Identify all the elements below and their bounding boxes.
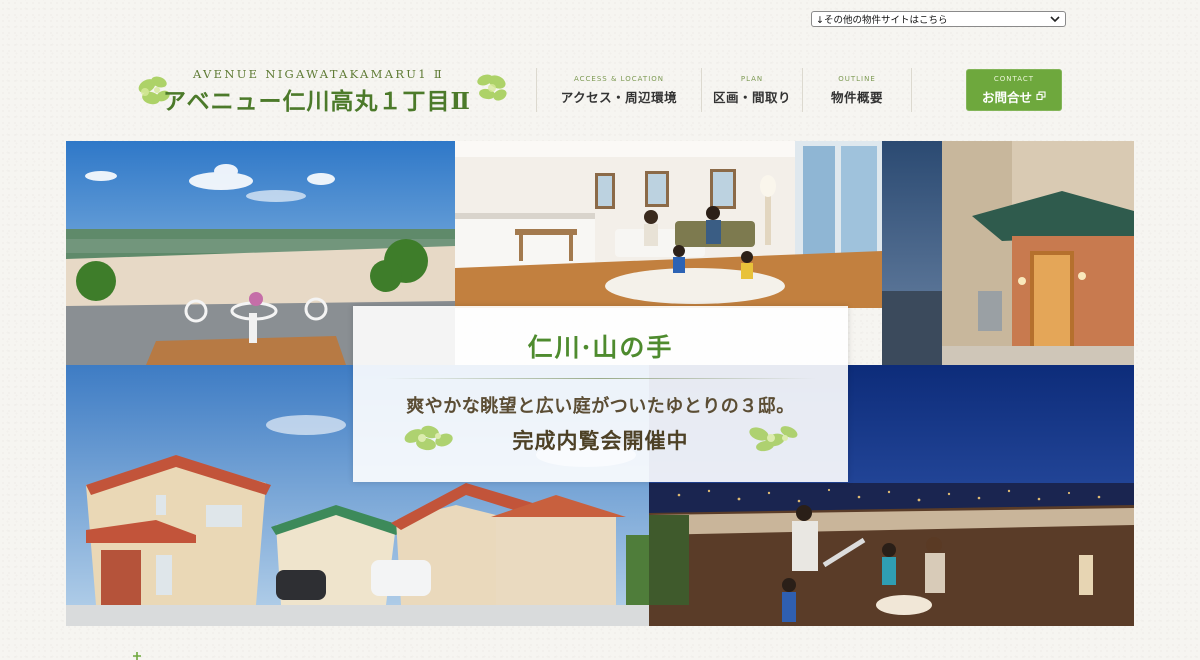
nav-item-plan-en: PLAN	[740, 74, 764, 83]
contact-button[interactable]: CONTACT お問合せ	[966, 69, 1062, 111]
entrance-dusk-photo	[882, 141, 1134, 365]
site-logo[interactable]: AVENUE NIGAWATAKAMARU1 Ⅱ アベニュー仁川高丸１丁目Ⅱ	[135, 64, 510, 115]
nav-item-access-label: アクセス・周辺環境	[560, 89, 678, 105]
hero-collage: 仁川·山の手 爽やかな眺望と広い庭がついたゆとりの３邸。 完成内覧会開催中	[66, 141, 1134, 626]
nav-item-outline-en: OUTLINE	[838, 74, 876, 83]
other-sites-select[interactable]: ↓その他の物件サイトはこちら	[811, 11, 1066, 27]
nav-divider	[911, 68, 912, 112]
leaf-ornament-icon	[749, 426, 798, 452]
chevron-down-icon	[1050, 16, 1060, 23]
caption-divider	[385, 378, 816, 379]
nav-item-plan[interactable]: PLAN 区画・間取り	[702, 68, 802, 112]
logo-english: AVENUE NIGAWATAKAMARU1 Ⅱ	[193, 67, 444, 81]
hero-caption: 仁川·山の手 爽やかな眺望と広い庭がついたゆとりの３邸。 完成内覧会開催中	[353, 306, 848, 482]
logo-japanese: アベニュー仁川高丸１丁目Ⅱ	[163, 88, 471, 115]
other-sites-select-value: ↓その他の物件サイトはこちら	[816, 15, 948, 26]
hero-area-title: 仁川·山の手	[527, 333, 674, 362]
nav-item-outline-label: 物件概要	[830, 89, 883, 105]
leaf-right-icon	[477, 74, 507, 101]
living-room-photo	[455, 141, 882, 308]
nav-item-access-en: ACCESS & LOCATION	[573, 74, 665, 83]
contact-button-en: CONTACT	[993, 74, 1035, 83]
nav-item-access[interactable]: ACCESS & LOCATION アクセス・周辺環境	[537, 68, 701, 112]
contact-button-label: お問合せ	[981, 89, 1032, 105]
hero-tagline: 爽やかな眺望と広い庭がついたゆとりの３邸。	[406, 396, 795, 417]
section-marker-icon	[133, 652, 141, 660]
global-nav: ACCESS & LOCATION アクセス・周辺環境 PLAN 区画・間取り …	[536, 68, 912, 112]
nav-item-plan-label: 区画・間取り	[712, 89, 791, 105]
nav-item-outline[interactable]: OUTLINE 物件概要	[803, 68, 911, 112]
external-window-icon	[1036, 91, 1046, 101]
